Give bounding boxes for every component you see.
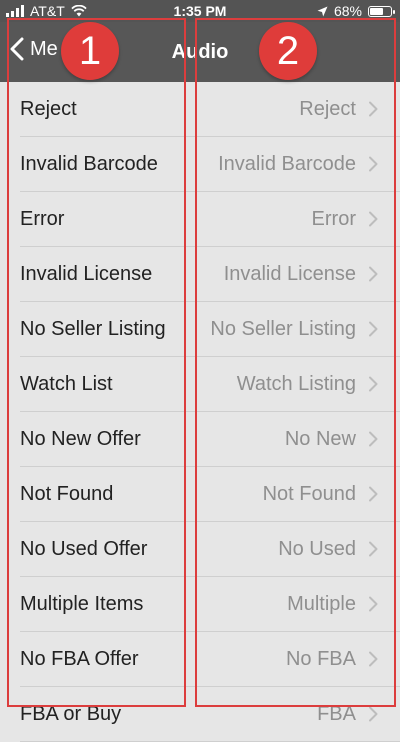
battery-percent: 68% bbox=[333, 3, 362, 19]
row-label: Error bbox=[20, 208, 65, 230]
battery-fill bbox=[370, 7, 383, 15]
row-label: Invalid Barcode bbox=[20, 153, 158, 175]
list-row-multiple-items[interactable]: Multiple Items Multiple bbox=[0, 577, 400, 632]
chevron-right-icon bbox=[369, 541, 378, 557]
annotation-badge-2: 2 bbox=[259, 22, 317, 80]
row-label: No FBA Offer bbox=[20, 648, 139, 670]
row-label: Invalid License bbox=[20, 263, 153, 285]
list-row-watch-list[interactable]: Watch List Watch Listing bbox=[0, 357, 400, 412]
chevron-right-icon bbox=[369, 266, 378, 282]
chevron-right-icon bbox=[369, 651, 378, 667]
row-value: No New bbox=[284, 428, 356, 450]
chevron-right-icon bbox=[369, 431, 378, 447]
navigation-bar: Me Audio bbox=[0, 22, 400, 82]
battery-icon bbox=[368, 5, 395, 17]
chevron-right-icon bbox=[369, 706, 378, 722]
row-value: Invalid License bbox=[223, 263, 356, 285]
status-right: 68% bbox=[317, 3, 395, 19]
row-label: Reject bbox=[20, 98, 77, 120]
list-row-error[interactable]: Error Error bbox=[0, 192, 400, 247]
list-row-no-fba-offer[interactable]: No FBA Offer No FBA bbox=[0, 632, 400, 687]
chevron-right-icon bbox=[369, 376, 378, 392]
chevron-right-icon bbox=[369, 321, 378, 337]
row-value: Error bbox=[311, 208, 356, 230]
annotation-badge-1: 1 bbox=[61, 22, 119, 80]
chevron-right-icon bbox=[369, 101, 378, 117]
chevron-right-icon bbox=[369, 486, 378, 502]
list-row-no-seller-listing[interactable]: No Seller Listing No Seller Listing bbox=[0, 302, 400, 357]
list-row-no-used-offer[interactable]: No Used Offer No Used bbox=[0, 522, 400, 577]
chevron-right-icon bbox=[369, 156, 378, 172]
list-row-no-new-offer[interactable]: No New Offer No New bbox=[0, 412, 400, 467]
row-value: Multiple bbox=[287, 593, 356, 615]
list-row-invalid-license[interactable]: Invalid License Invalid License bbox=[0, 247, 400, 302]
row-label: Not Found bbox=[20, 483, 114, 505]
row-value: No Seller Listing bbox=[210, 318, 356, 340]
list-row-fba-or-buy[interactable]: FBA or Buy FBA bbox=[0, 687, 400, 742]
row-label: No Seller Listing bbox=[20, 318, 166, 340]
row-label: Watch List bbox=[20, 373, 113, 395]
row-label: No New Offer bbox=[20, 428, 141, 450]
list-row-reject[interactable]: Reject Reject bbox=[0, 82, 400, 137]
row-value: Not Found bbox=[262, 483, 356, 505]
chevron-right-icon bbox=[369, 596, 378, 612]
row-value: Reject bbox=[299, 98, 356, 120]
list-row-not-found[interactable]: Not Found Not Found bbox=[0, 467, 400, 522]
settings-list: Reject Reject Invalid Barcode Invalid Ba… bbox=[0, 82, 400, 742]
row-value: No Used bbox=[278, 538, 356, 560]
row-value: Watch Listing bbox=[236, 373, 356, 395]
list-row-invalid-barcode[interactable]: Invalid Barcode Invalid Barcode bbox=[0, 137, 400, 192]
page-title: Audio bbox=[171, 41, 229, 63]
row-label: FBA or Buy bbox=[20, 703, 122, 725]
row-value: FBA bbox=[317, 703, 356, 725]
row-value: No FBA bbox=[285, 648, 356, 670]
location-arrow-icon bbox=[317, 6, 328, 16]
row-label: Multiple Items bbox=[20, 593, 144, 615]
chevron-right-icon bbox=[369, 211, 378, 227]
row-label: No Used Offer bbox=[20, 538, 148, 560]
status-bar: AT&T 1:35 PM 68% bbox=[0, 0, 400, 22]
row-value: Invalid Barcode bbox=[218, 153, 356, 175]
